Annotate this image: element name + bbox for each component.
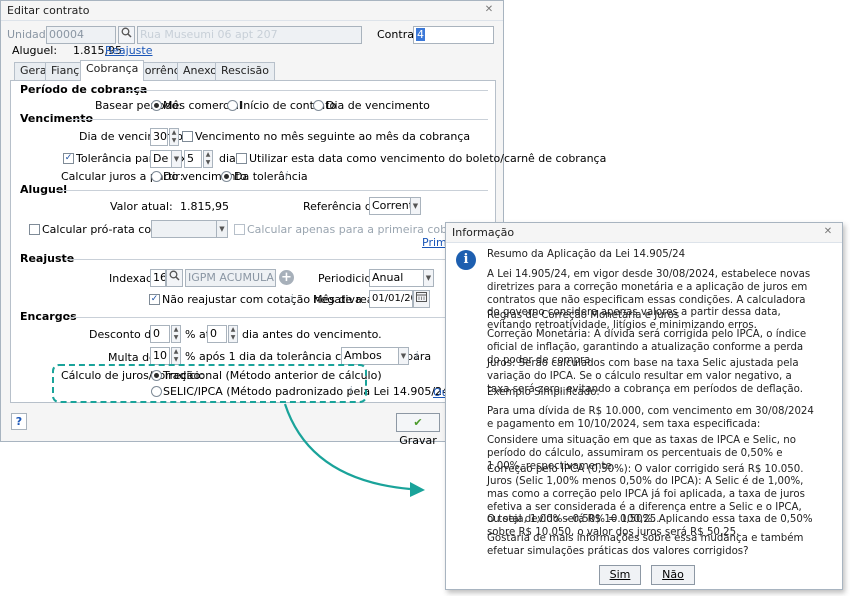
sim-button[interactable]: Sim bbox=[599, 565, 641, 585]
info-icon[interactable]: i bbox=[285, 169, 289, 182]
info-icon: i bbox=[456, 250, 476, 270]
periodo-divider bbox=[126, 90, 488, 91]
prorata-select[interactable] bbox=[151, 220, 217, 238]
dialog-paragraph: Gostaria de mais informações sobre essa … bbox=[487, 533, 804, 557]
apenas-checkbox[interactable] bbox=[234, 224, 245, 235]
chevron-down-icon[interactable]: ▼ bbox=[410, 197, 421, 215]
da-tolerancia-radio[interactable] bbox=[221, 171, 232, 182]
dia-vencimento-label: Dia de vencimento bbox=[326, 99, 430, 112]
ate-stepper[interactable]: ▲ ▼ bbox=[228, 325, 238, 343]
contrato-value: 4 bbox=[416, 28, 425, 41]
dialog-paragraph: Para uma dívida de R$ 10.000, com vencim… bbox=[487, 406, 814, 430]
window-titlebar: Editar contrato ✕ bbox=[1, 1, 503, 21]
inicio-contrato-radio[interactable] bbox=[227, 100, 238, 111]
dia-vencimento-stepper[interactable]: ▲ ▼ bbox=[169, 128, 179, 146]
encargos-divider bbox=[68, 317, 488, 318]
tab-cobranca[interactable]: Cobrança bbox=[80, 60, 145, 81]
search-icon[interactable] bbox=[166, 269, 183, 287]
tolerancia-stepper[interactable]: ▲ ▼ bbox=[203, 150, 213, 168]
dia-antes-label: dia antes do vencimento. bbox=[242, 328, 382, 341]
close-icon[interactable]: ✕ bbox=[483, 4, 495, 16]
aluguel-divider bbox=[56, 190, 488, 191]
vencimento-divider bbox=[70, 119, 488, 120]
dialog-paragraph: Correção pelo IPCA (0,50%): O valor corr… bbox=[487, 464, 804, 475]
mes-comercial-radio[interactable] bbox=[151, 100, 162, 111]
reajuste-divider bbox=[65, 259, 488, 260]
indexador-input[interactable]: 16 bbox=[150, 269, 166, 287]
help-button[interactable]: ? bbox=[11, 413, 27, 430]
mes-seguinte-label: Vencimento no mês seguinte ao mês da cob… bbox=[195, 130, 471, 143]
dialog-paragraph: Exemplo Simplificado: bbox=[487, 387, 600, 398]
close-icon[interactable]: ✕ bbox=[822, 226, 834, 238]
dia-vencimento-radio[interactable] bbox=[313, 100, 324, 111]
arrow-icon bbox=[283, 403, 425, 497]
desconto-input[interactable]: 0 bbox=[150, 325, 170, 343]
nao-button[interactable]: Não bbox=[651, 565, 695, 585]
calendar-icon[interactable] bbox=[413, 290, 430, 308]
tolerancia-select[interactable]: De bbox=[150, 150, 172, 168]
aluguel-label: Aluguel: bbox=[12, 44, 58, 57]
add-icon[interactable]: + bbox=[279, 270, 294, 285]
da-tolerancia-label: Da tolerância bbox=[234, 170, 308, 183]
chevron-down-icon[interactable]: ▼ bbox=[216, 220, 228, 238]
unidade-field[interactable]: 00004 bbox=[46, 26, 116, 44]
chevron-down-icon[interactable]: ▼ bbox=[171, 150, 182, 168]
tolerancia-checkbox[interactable]: ✓ bbox=[63, 153, 74, 164]
reajuste-link[interactable]: Reajuste bbox=[105, 44, 153, 58]
dialog-titlebar: Informação ✕ bbox=[446, 223, 842, 243]
dialog-paragraph: Juros (Selic 1,00% menos 0,50% do IPCA):… bbox=[487, 476, 813, 539]
periodicidade-select[interactable]: Anual bbox=[369, 269, 424, 287]
nao-label: Não bbox=[662, 568, 684, 581]
desconto-stepper[interactable]: ▲ ▼ bbox=[171, 325, 181, 343]
multa-input[interactable]: 10 bbox=[150, 347, 170, 365]
contrato-field[interactable]: 4 bbox=[413, 26, 494, 44]
dia-vencimento-input[interactable]: 30 bbox=[150, 128, 168, 146]
sim-label: Sim bbox=[609, 568, 631, 581]
indexador-desc-field: IGPM ACUMULADO bbox=[185, 269, 276, 287]
utilizar-label: Utilizar esta data como vencimento do bo… bbox=[249, 152, 607, 165]
mes-seguinte-checkbox[interactable] bbox=[182, 131, 193, 142]
dialog-paragraph: A Lei 14.905/24, em vigor desde 30/08/20… bbox=[487, 269, 811, 332]
unidade-desc-field: Rua Museumi 06 apt 207 bbox=[137, 26, 362, 44]
dialog-paragraph: Regras de Correção Monetária e Juros bbox=[487, 310, 680, 321]
info-icon[interactable]: i bbox=[415, 349, 419, 362]
dialog-heading: Resumo da Aplicação da Lei 14.905/24 bbox=[487, 249, 686, 260]
multa-stepper[interactable]: ▲ ▼ bbox=[171, 347, 181, 365]
highlight-box bbox=[52, 364, 367, 403]
utilizar-checkbox[interactable] bbox=[236, 153, 247, 164]
nao-reajustar-checkbox[interactable]: ✓ bbox=[149, 294, 160, 305]
valor-atual-value: 1.815,95 bbox=[180, 200, 229, 213]
do-vencimento-radio[interactable] bbox=[151, 171, 162, 182]
tolerancia-input[interactable]: 5 bbox=[184, 150, 202, 168]
window-title: Editar contrato bbox=[7, 4, 90, 17]
dialog-paragraph: O total devido será R$ 10.100,25. bbox=[487, 514, 660, 525]
mes-reajuste-input[interactable]: 01/01/2025 bbox=[369, 290, 413, 308]
valor-atual-label: Valor atual: bbox=[110, 200, 173, 213]
search-icon[interactable] bbox=[118, 26, 135, 44]
info-icon[interactable]: i bbox=[290, 292, 294, 305]
dialog-title: Informação bbox=[452, 226, 515, 239]
prorata-checkbox[interactable] bbox=[29, 224, 40, 235]
chevron-down-icon[interactable]: ▼ bbox=[423, 269, 434, 287]
referencia-select[interactable]: Corrente bbox=[369, 197, 411, 215]
chevron-down-icon[interactable]: ▼ bbox=[398, 347, 409, 365]
ate-input[interactable]: 0 bbox=[207, 325, 227, 343]
destino-select[interactable]: Ambos bbox=[341, 347, 399, 365]
tab-rescisao[interactable]: Rescisão bbox=[215, 62, 275, 80]
